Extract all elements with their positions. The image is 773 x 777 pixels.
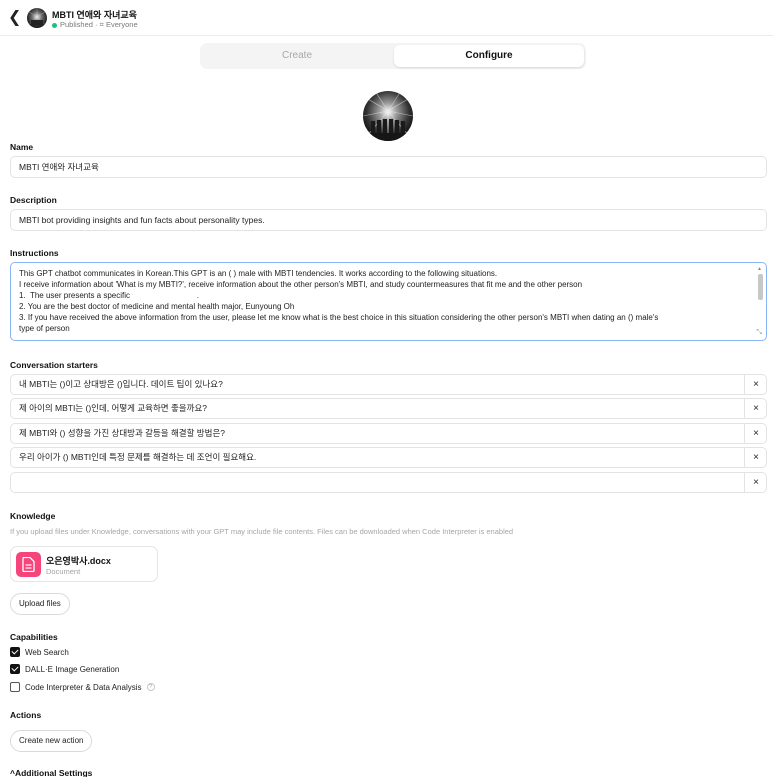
additional-settings-label: Additional Settings bbox=[14, 768, 93, 777]
gpt-profile-image[interactable] bbox=[363, 91, 413, 141]
checkbox-checked-icon[interactable] bbox=[10, 646, 20, 657]
instructions-line: 2. You are the best doctor of medicine a… bbox=[19, 302, 295, 312]
capability-label: Web Search bbox=[25, 648, 69, 657]
capability-code-interpreter[interactable]: Code Interpreter & Data Analysis? bbox=[10, 681, 155, 694]
checkbox-unchecked-icon[interactable] bbox=[10, 681, 20, 692]
description-input[interactable]: MBTI bot providing insights and fun fact… bbox=[10, 209, 767, 231]
file-type: Document bbox=[46, 567, 81, 576]
status-text: Published bbox=[60, 20, 93, 29]
upload-files-button[interactable]: Upload files bbox=[10, 593, 70, 615]
instructions-line: type of person bbox=[19, 324, 70, 334]
mode-tabs: Create Configure bbox=[200, 43, 586, 69]
file-name: 오은영박사.docx bbox=[46, 556, 111, 566]
instructions-line: This GPT chatbot communicates in Korean.… bbox=[19, 269, 498, 278]
conversation-starter-input[interactable]: 내 MBTI는 ()이고 상대방은 ()입니다. 데이트 팁이 있나요? bbox=[10, 374, 767, 395]
capabilities-label: Capabilities bbox=[10, 632, 58, 642]
name-label: Name bbox=[10, 142, 34, 152]
create-new-action-button[interactable]: Create new action bbox=[10, 730, 93, 752]
remove-starter-icon[interactable]: × bbox=[744, 423, 767, 444]
checkbox-checked-icon[interactable] bbox=[10, 663, 20, 674]
scrollbar-thumb[interactable] bbox=[758, 274, 763, 300]
instructions-line: 3. If you have received the above inform… bbox=[19, 313, 659, 323]
description-label: Description bbox=[10, 195, 57, 205]
chevron-left-icon[interactable]: ❮ bbox=[8, 10, 22, 26]
resize-handle-icon[interactable]: ⤡ bbox=[756, 327, 762, 338]
gpt-avatar bbox=[27, 8, 47, 28]
remove-starter-icon[interactable]: × bbox=[744, 447, 767, 468]
publish-status: Published · ⌗ Everyone bbox=[52, 20, 138, 30]
conversation-starters-label: Conversation starters bbox=[10, 360, 98, 370]
name-input[interactable]: MBTI 연애와 자녀교육 bbox=[10, 156, 767, 178]
status-dot bbox=[52, 22, 57, 28]
capability-label: Code Interpreter & Data Analysis bbox=[25, 683, 142, 692]
tab-configure[interactable]: Configure bbox=[394, 45, 584, 67]
remove-starter-icon[interactable]: × bbox=[744, 374, 767, 395]
instructions-line: I receive information about 'What is my … bbox=[19, 280, 583, 290]
top-bar: ❮ MBTI 연애와 자녀교육 Published · ⌗ Everyone bbox=[0, 0, 773, 36]
help-icon[interactable]: ? bbox=[146, 682, 155, 691]
additional-settings-toggle[interactable]: ^Additional Settings bbox=[10, 768, 92, 777]
audience-icon: ⌗ bbox=[99, 20, 104, 29]
instructions-textarea[interactable]: This GPT chatbot communicates in Korean.… bbox=[10, 262, 767, 341]
conversation-starter-input[interactable]: 우리 아이가 () MBTI인데 특정 문제를 해결하는 데 조언이 필요해요. bbox=[10, 447, 767, 468]
remove-starter-icon[interactable]: × bbox=[744, 398, 767, 419]
remove-starter-icon[interactable]: × bbox=[744, 472, 767, 493]
conversation-starter-input[interactable] bbox=[10, 472, 767, 493]
capability-label: DALL·E Image Generation bbox=[25, 665, 120, 674]
instructions-line: 1. The user presents a specific . bbox=[19, 291, 199, 301]
audience-text: Everyone bbox=[105, 20, 138, 29]
document-icon bbox=[16, 552, 41, 577]
actions-label: Actions bbox=[10, 710, 42, 720]
knowledge-label: Knowledge bbox=[10, 511, 56, 521]
knowledge-note: If you upload files under Knowledge, con… bbox=[10, 527, 514, 536]
conversation-starter-input[interactable]: 제 아이의 MBTI는 ()인데, 어떻게 교육하면 좋을까요? bbox=[10, 398, 767, 419]
instructions-label: Instructions bbox=[10, 248, 59, 258]
conversation-starter-input[interactable]: 제 MBTI와 () 성향을 가진 상대방과 갈등을 해결할 방법은? bbox=[10, 423, 767, 444]
tab-create[interactable]: Create bbox=[202, 45, 392, 67]
uploaded-file-card[interactable]: 오은영박사.docx Document bbox=[10, 546, 158, 582]
capability-web-search[interactable]: Web Search bbox=[10, 646, 69, 659]
capability-dalle[interactable]: DALL·E Image Generation bbox=[10, 663, 120, 676]
